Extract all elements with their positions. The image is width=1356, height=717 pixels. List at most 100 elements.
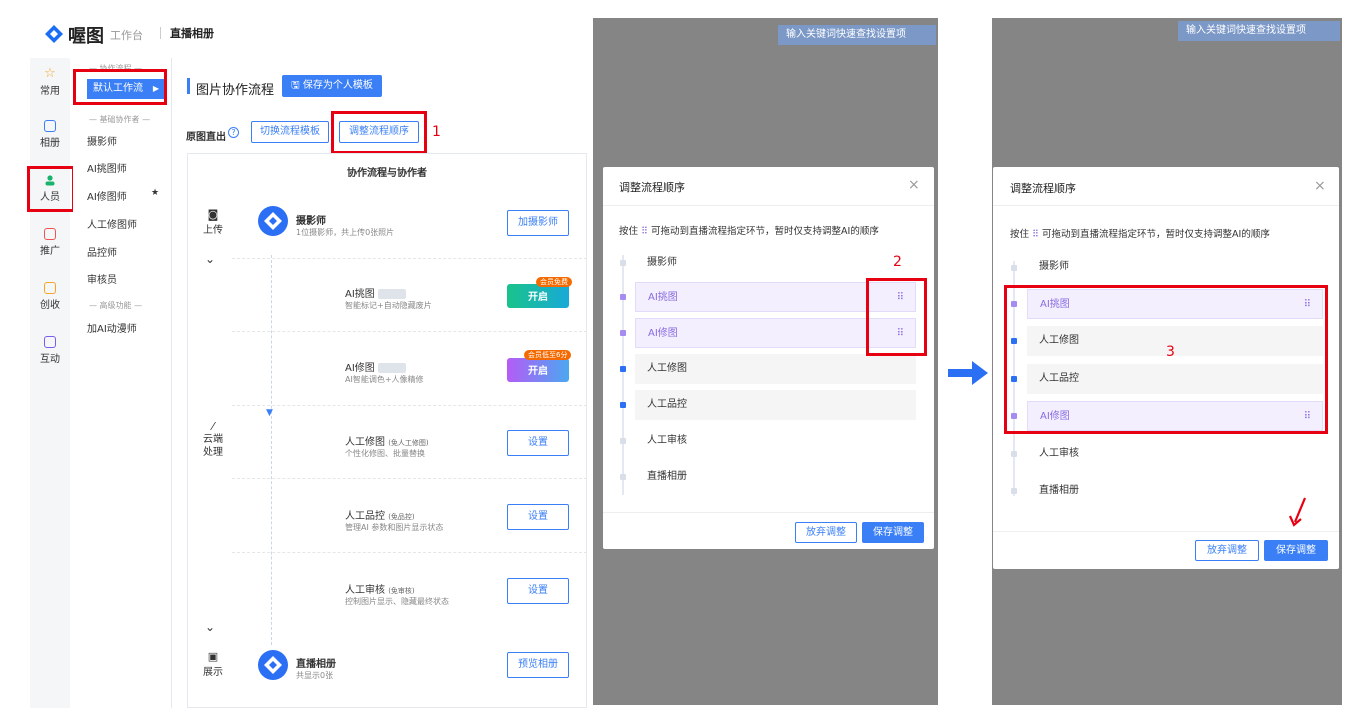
adjust-order-modal: 调整流程顺序 × 按住 ⠿ 可拖动到直播流程指定环节，暂时仅支持调整AI的顺序 …: [603, 167, 934, 549]
modal-hint: 按住 ⠿ 可拖动到直播流程指定环节，暂时仅支持调整AI的顺序: [619, 223, 879, 237]
cancel-adjust-button[interactable]: 放弃调整: [1195, 540, 1259, 561]
timeline-dot: [1011, 301, 1017, 307]
pin-star-icon[interactable]: ★: [151, 188, 159, 198]
timeline-dot: [1011, 338, 1017, 344]
adjust-order-button[interactable]: 调整流程顺序: [339, 121, 419, 143]
step-title-text: 人工修图: [345, 437, 385, 448]
chevron-down-icon[interactable]: ⌄: [205, 620, 215, 634]
search-input[interactable]: 输入关键词快速查找设置项: [778, 25, 936, 45]
breadcrumb[interactable]: 直播相册: [170, 25, 214, 41]
sub-nav-item[interactable]: 摄影师: [87, 133, 117, 148]
close-icon[interactable]: ×: [1314, 178, 1326, 194]
manual-retouch-settings-button[interactable]: 设置: [507, 430, 569, 456]
step-title-text: 人工品控: [345, 511, 385, 522]
close-icon[interactable]: ×: [908, 177, 920, 193]
title-accent: [187, 78, 190, 94]
step-note: (免品控): [388, 513, 415, 521]
order-item-label: 人工修图: [1039, 335, 1079, 346]
enable-ai-pick-button[interactable]: 开启: [507, 284, 569, 308]
order-item-ai-pick[interactable]: AI挑图 ⠿: [635, 282, 916, 312]
enable-ai-retouch-button[interactable]: 开启: [507, 358, 569, 382]
order-item: 人工修图: [1027, 326, 1323, 356]
manual-qc-settings-button[interactable]: 设置: [507, 504, 569, 530]
interaction-icon: [44, 336, 56, 348]
switch-template-button[interactable]: 切换流程模板: [251, 121, 329, 143]
brand-logo-icon: [45, 25, 63, 43]
divider: [603, 512, 934, 513]
order-item: 人工审核: [1027, 439, 1323, 469]
stage-label: 上传: [203, 225, 223, 236]
workspace-label: 工作台: [110, 29, 143, 42]
timeline-dot: [620, 438, 626, 444]
stage-cloud: ⁄ 云端处理: [195, 420, 231, 459]
step-subtitle: 智能标记+自动隐藏废片: [345, 301, 432, 310]
manual-review-settings-button[interactable]: 设置: [507, 578, 569, 604]
order-item-label: 人工品控: [647, 399, 687, 410]
sub-nav-item[interactable]: 人工修图师: [87, 216, 137, 231]
order-item-label: AI挑图: [648, 292, 678, 303]
sub-nav-item[interactable]: AI挑图师: [87, 160, 127, 175]
nav-item-promotion[interactable]: 推广: [30, 228, 70, 257]
order-item-ai-pick[interactable]: AI挑图 ⠿: [1027, 289, 1323, 319]
help-icon[interactable]: ?: [228, 127, 239, 138]
revenue-icon: [44, 282, 56, 294]
sub-nav-item[interactable]: AI修图师: [87, 188, 127, 203]
order-item-ai-retouch[interactable]: AI修图 ⠿: [1027, 401, 1323, 431]
nav-label: 互动: [40, 354, 60, 365]
drag-handle-icon[interactable]: ⠿: [897, 283, 904, 313]
drag-handle-icon[interactable]: ⠿: [1304, 290, 1311, 320]
divider: [232, 331, 587, 332]
promotion-icon: [44, 228, 56, 240]
order-item-label: 直播相册: [1039, 485, 1079, 496]
sub-nav-item-default-workflow[interactable]: 默认工作流 ▶: [87, 79, 165, 99]
timeline-dot: [1011, 413, 1017, 419]
order-item: 直播相册: [1027, 476, 1323, 506]
nav-label: 创收: [40, 300, 60, 311]
order-item-ai-retouch[interactable]: AI修图 ⠿: [635, 318, 916, 348]
nav-item-album[interactable]: 相册: [30, 120, 70, 149]
annotation-number: 1: [432, 124, 441, 140]
sub-nav-item[interactable]: 品控师: [87, 244, 117, 259]
chevron-down-icon[interactable]: ⌄: [205, 252, 215, 266]
drag-handle-icon: ⠿: [638, 226, 652, 237]
divider: [603, 205, 934, 206]
step-title: 摄影师: [296, 216, 326, 227]
album-icon: [44, 120, 56, 132]
workflow-page: 喔图 工作台 直播相册 ☆ 常用 相册 人员 推广 创收 互动 — 协作流程 —…: [0, 0, 598, 717]
step-title-text: 人工审核: [345, 585, 385, 596]
save-adjust-button[interactable]: 保存调整: [862, 522, 924, 543]
preview-album-button[interactable]: 预览相册: [507, 652, 569, 678]
modal-title: 调整流程顺序: [619, 181, 685, 194]
member-discount-badge: 会员低至6分: [524, 350, 572, 360]
divider: [232, 552, 587, 553]
add-photographer-button[interactable]: 加摄影师: [507, 210, 569, 236]
order-item-label: 人工审核: [1039, 448, 1079, 459]
person-icon: [45, 175, 55, 186]
nav-item-people[interactable]: 人员: [30, 174, 70, 203]
divider: [993, 205, 1339, 206]
drag-handle-icon[interactable]: ⠿: [1304, 402, 1311, 432]
photographer-avatar-icon: [258, 206, 288, 236]
step-subtitle: 个性化修图、批量替换: [345, 449, 425, 458]
sub-nav-group-title: — 基础协作者 —: [89, 115, 151, 124]
save-icon: 🖫: [291, 80, 303, 91]
nav-item-interaction[interactable]: 互动: [30, 336, 70, 365]
modal-title: 调整流程顺序: [1010, 182, 1076, 195]
step-title-text: AI修图: [345, 363, 375, 374]
sub-nav-item[interactable]: 审核员: [87, 271, 117, 286]
search-input[interactable]: 输入关键词快速查找设置项: [1178, 21, 1340, 41]
nav-item-revenue[interactable]: 创收: [30, 282, 70, 311]
save-adjust-button[interactable]: 保存调整: [1264, 540, 1328, 561]
nav-label: 人员: [40, 192, 60, 203]
drag-handle-icon[interactable]: ⠿: [897, 319, 904, 349]
sub-nav-item[interactable]: 加AI动漫师: [87, 320, 137, 335]
nav-item-common[interactable]: ☆ 常用: [30, 67, 70, 97]
brand-name[interactable]: 喔图: [68, 22, 104, 48]
page-title: 图片协作流程: [196, 83, 275, 98]
timeline-dot: [620, 260, 626, 266]
order-item-label: AI挑图: [1040, 299, 1070, 310]
order-item-label: 人工修图: [647, 363, 687, 374]
save-template-button[interactable]: 🖫 保存为个人模板: [282, 75, 382, 97]
stage-label: 展示: [203, 667, 223, 678]
cancel-adjust-button[interactable]: 放弃调整: [795, 522, 857, 543]
